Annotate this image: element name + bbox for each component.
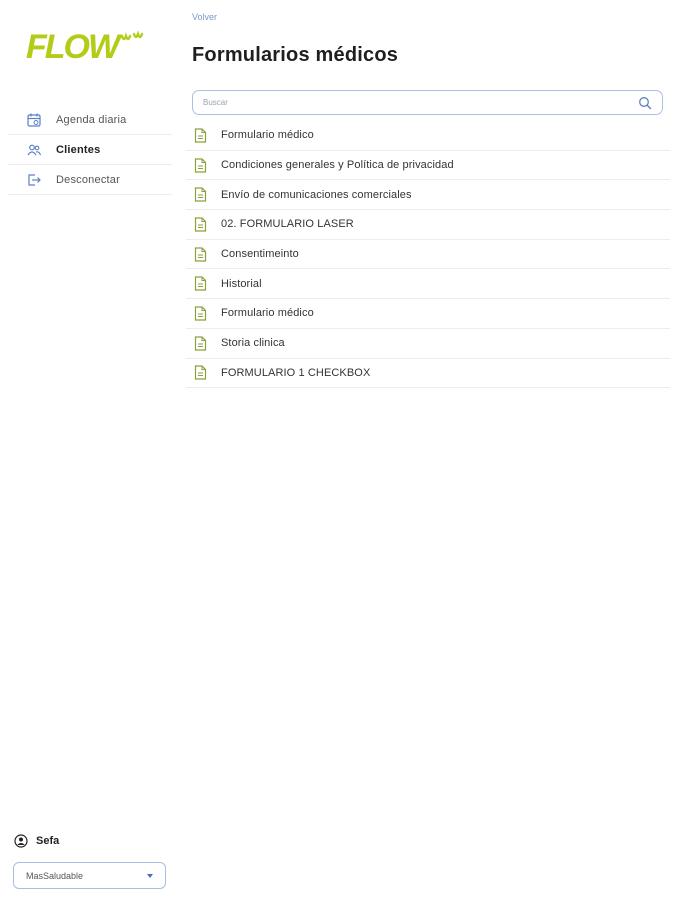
list-item[interactable]: Condiciones generales y Política de priv… [186, 151, 670, 181]
chevron-down-icon [147, 874, 153, 878]
form-name: Historial [221, 277, 262, 290]
form-name: Envío de comunicaciones comerciales [221, 188, 412, 201]
search-placeholder: Buscar [203, 98, 228, 107]
form-name: Consentimeinto [221, 248, 299, 261]
document-icon [194, 217, 207, 232]
calendar-icon [26, 112, 42, 128]
document-icon [194, 276, 207, 291]
center-select-value: MasSaludable [26, 870, 84, 881]
document-icon [194, 306, 207, 321]
sidebar-item-desconectar[interactable]: Desconectar [8, 165, 172, 195]
search-field[interactable]: Buscar [192, 90, 663, 115]
document-icon [194, 128, 207, 143]
list-item[interactable]: Storia clinica [186, 329, 670, 359]
page-title: Formularios médicos [192, 44, 399, 66]
list-item[interactable]: Historial [186, 269, 670, 300]
user-name: Sefa [36, 835, 60, 847]
list-item[interactable]: 02. FORMULARIO LASER [186, 210, 670, 240]
logout-icon [26, 172, 42, 188]
back-link[interactable]: Volver [192, 12, 217, 22]
form-name: Formulario médico [221, 307, 314, 320]
sidebar-nav: Agenda diaria Clientes Desconectar [8, 105, 172, 195]
sidebar-item-agenda[interactable]: Agenda diaria [8, 105, 172, 135]
center-select[interactable]: MasSaludable [13, 862, 166, 889]
list-item[interactable]: Formulario médico [186, 299, 670, 329]
user-circle-icon [14, 834, 28, 848]
document-icon [194, 365, 207, 380]
sidebar: FLOW Agenda diaria Clientes Desconectar [0, 0, 172, 900]
sidebar-item-label: Desconectar [56, 173, 120, 186]
document-icon [194, 336, 207, 351]
flow-logo-mark: FLOW [26, 28, 144, 66]
users-icon [26, 142, 42, 158]
forms-list: Formulario médico Condiciones generales … [186, 121, 670, 389]
sidebar-item-label: Agenda diaria [56, 113, 127, 126]
list-item[interactable]: FORMULARIO 1 CHECKBOX [186, 359, 670, 389]
list-item[interactable]: Envío de comunicaciones comerciales [186, 180, 670, 211]
sidebar-item-label: Clientes [56, 143, 101, 156]
search-icon[interactable] [638, 96, 652, 110]
flow-logo[interactable]: FLOW [26, 26, 156, 66]
form-name: 02. FORMULARIO LASER [221, 218, 354, 231]
document-icon [194, 246, 207, 262]
sidebar-item-clientes[interactable]: Clientes [8, 135, 172, 165]
list-item[interactable]: Formulario médico [186, 121, 670, 151]
user-info: Sefa [14, 834, 59, 848]
document-icon [194, 157, 207, 173]
form-name: Formulario médico [221, 129, 314, 142]
form-name: Storia clinica [221, 337, 285, 350]
form-name: FORMULARIO 1 CHECKBOX [221, 366, 371, 379]
form-name: Condiciones generales y Política de priv… [221, 159, 454, 172]
document-icon [194, 187, 207, 202]
list-item[interactable]: Consentimeinto [186, 240, 670, 270]
svg-text:FLOW: FLOW [26, 28, 123, 66]
